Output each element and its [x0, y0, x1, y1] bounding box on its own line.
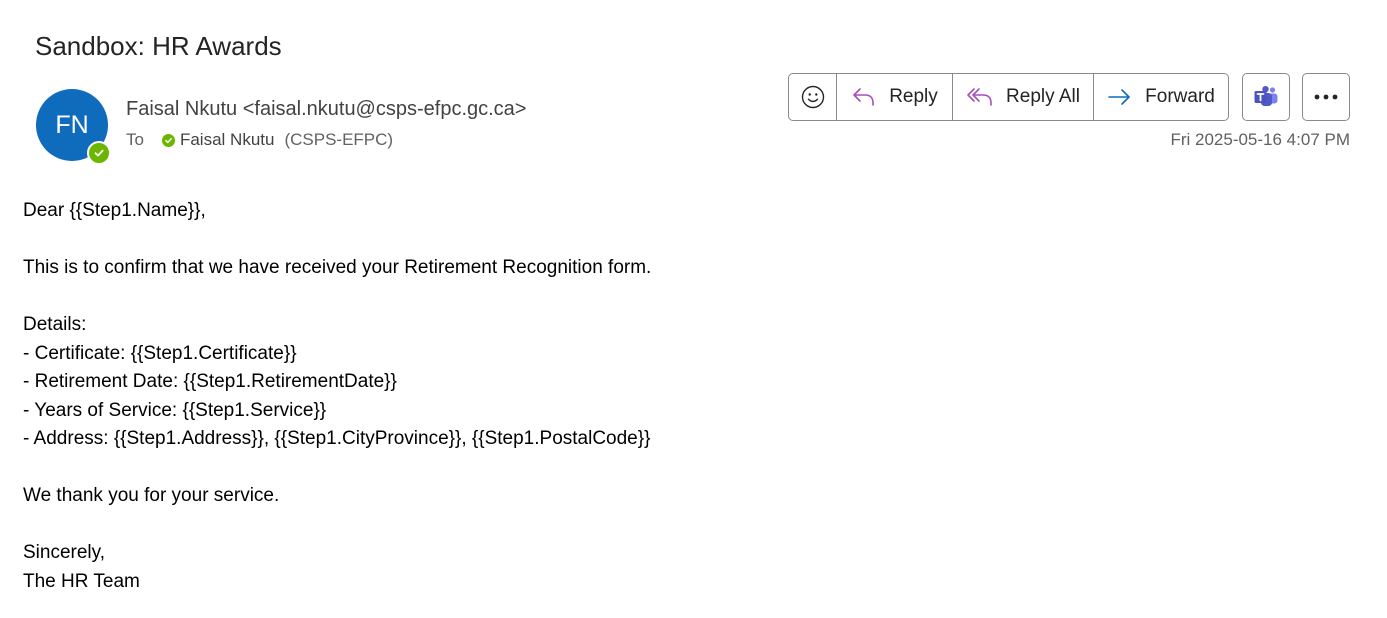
sender-name[interactable]: Faisal Nkutu <faisal.nkutu@csps-efpc.gc.… — [126, 98, 527, 121]
smiley-icon — [801, 85, 824, 109]
reply-all-button[interactable]: Reply All — [953, 74, 1094, 120]
presence-available-icon — [87, 141, 111, 165]
detail-line-retirement-date: - Retirement Date: {{Step1.RetirementDat… — [23, 371, 397, 392]
detail-line-address: - Address: {{Step1.Address}}, {{Step1.Ci… — [23, 428, 651, 449]
recipient-org: (CSPS-EFPC) — [284, 130, 394, 149]
forward-label: Forward — [1145, 86, 1215, 107]
forward-button[interactable]: Forward — [1094, 74, 1228, 120]
more-options-icon — [1314, 94, 1338, 100]
avatar-initials: FN — [55, 110, 89, 139]
thanks-line: We thank you for your service. — [23, 485, 280, 506]
recipient-presence-icon — [161, 133, 175, 147]
message-actions-toolbar: Reply Reply All Forward — [788, 73, 1229, 121]
reply-all-icon — [967, 88, 992, 106]
react-button[interactable] — [789, 74, 837, 120]
more-options-button[interactable] — [1302, 73, 1350, 121]
detail-line-certificate: - Certificate: {{Step1.Certificate}} — [23, 342, 297, 364]
to-label: To — [126, 130, 144, 149]
email-subject: Sandbox: HR Awards — [35, 31, 282, 61]
reply-button[interactable]: Reply — [837, 74, 953, 120]
sent-timestamp: Fri 2025-05-16 4:07 PM — [1170, 130, 1350, 149]
teams-icon — [1254, 86, 1278, 106]
recipient-line: To Faisal Nkutu (CSPS-EFPC) — [126, 130, 393, 150]
closing-line: Sincerely, — [23, 542, 106, 563]
reply-label: Reply — [889, 86, 938, 107]
confirmation-line: This is to confirm that we have received… — [23, 257, 652, 278]
detail-line-years-of-service: - Years of Service: {{Step1.Service}} — [23, 399, 327, 421]
reply-icon — [853, 88, 875, 106]
greeting-line: Dear {{Step1.Name}}, — [23, 200, 206, 221]
details-heading: Details: — [23, 314, 87, 335]
email-body: Dear {{Step1.Name}}, This is to confirm … — [23, 197, 651, 596]
reply-all-label: Reply All — [1006, 86, 1080, 107]
recipient-name[interactable]: Faisal Nkutu — [180, 130, 274, 150]
teams-chat-button[interactable] — [1242, 73, 1290, 121]
signature-line: The HR Team — [23, 570, 140, 592]
forward-icon — [1108, 89, 1130, 105]
